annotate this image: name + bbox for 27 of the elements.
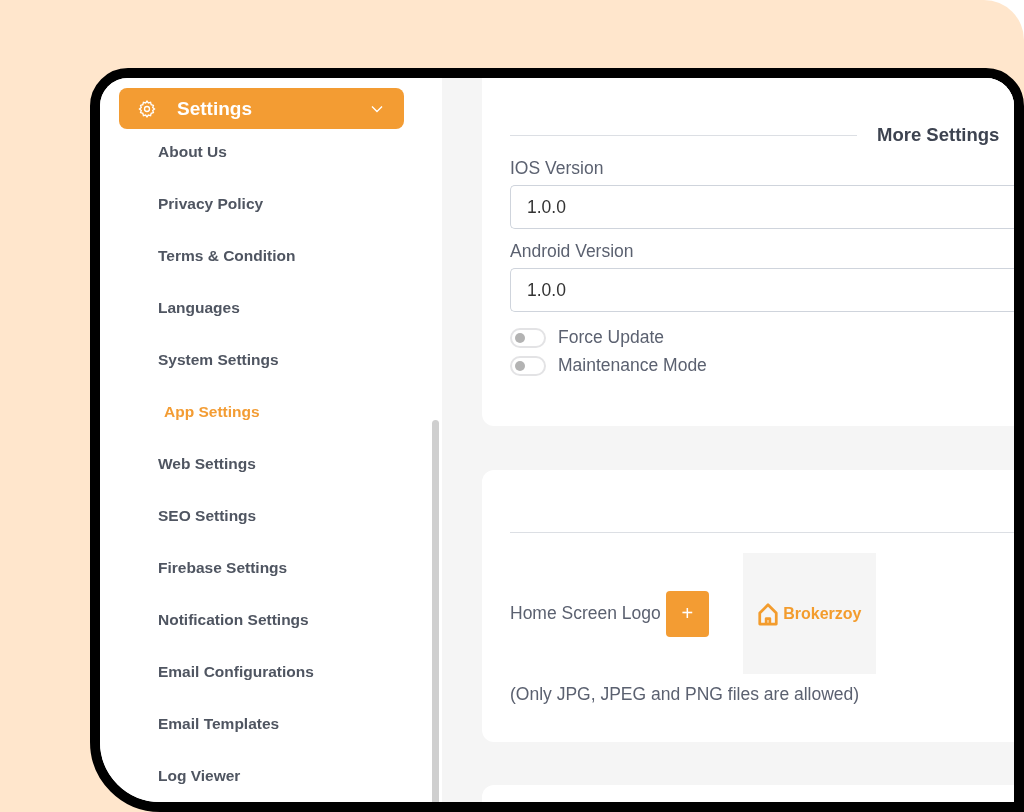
- sidebar-item[interactable]: SEO Settings: [158, 490, 257, 542]
- toggle-switch[interactable]: [510, 355, 546, 376]
- toggle-switch[interactable]: [510, 327, 546, 348]
- section-title: More Settings: [877, 124, 1000, 146]
- input-field[interactable]: 1.0.0: [510, 185, 1014, 229]
- sidebar-item[interactable]: About Us: [158, 126, 227, 178]
- sidebar-item[interactable]: Languages: [158, 282, 240, 334]
- sidebar-item[interactable]: System Settings: [158, 334, 279, 386]
- sidebar-item[interactable]: Email Templates: [158, 698, 280, 750]
- field-label: Home Screen Logo: [510, 603, 661, 624]
- scrollbar-thumb[interactable]: [432, 420, 439, 802]
- input-field[interactable]: 1.0.0: [510, 268, 1014, 312]
- toggle-label: Force Update: [558, 327, 665, 348]
- sidebar-item[interactable]: Privacy Policy: [158, 178, 264, 230]
- sidebar-item[interactable]: Log Viewer: [158, 750, 241, 802]
- sidebar-item[interactable]: Firebase Settings: [158, 542, 288, 594]
- toggle-label: Maintenance Mode: [558, 355, 707, 376]
- house-icon: [757, 600, 780, 627]
- sidebar-item[interactable]: Terms & Condition: [158, 230, 296, 282]
- file-type-note: (Only JPG, JPEG and PNG files are allowed): [510, 684, 861, 705]
- settings-icon: [137, 98, 157, 119]
- field-label: Android Version: [510, 241, 635, 262]
- logo-text: Brokerzoy: [783, 604, 862, 623]
- sidebar-item[interactable]: Notification Settings: [158, 594, 309, 646]
- sidebar-item[interactable]: Email Configurations: [158, 646, 314, 698]
- field-label: IOS Version: [510, 158, 605, 179]
- sidebar-item[interactable]: Web Settings: [158, 438, 256, 490]
